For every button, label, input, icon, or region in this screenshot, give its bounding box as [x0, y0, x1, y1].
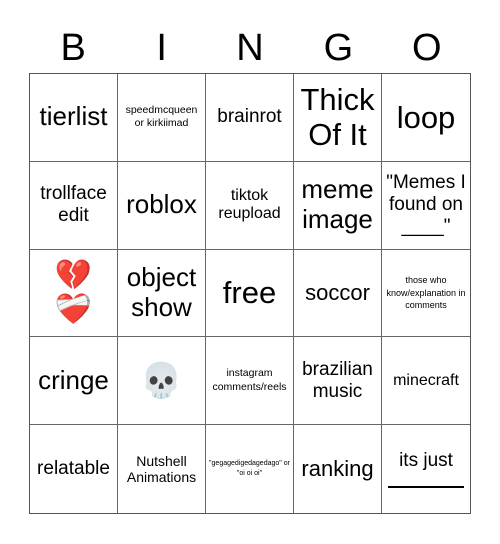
- cell-text: cringe: [38, 364, 109, 395]
- cell-text: ranking: [301, 456, 374, 482]
- bingo-cell[interactable]: relatable: [30, 425, 118, 513]
- bingo-cell[interactable]: tierlist: [30, 74, 118, 162]
- bingo-cell[interactable]: instagram comments/reels: [206, 337, 294, 426]
- cell-text: object show: [126, 262, 197, 322]
- bingo-cell[interactable]: speedmcqueen or kirkiimad: [118, 74, 206, 162]
- skull-icon: 💀: [140, 361, 183, 400]
- cell-text: Thick Of It: [300, 81, 375, 153]
- bingo-cell[interactable]: free: [206, 249, 294, 338]
- bingo-cell[interactable]: object show: [118, 249, 206, 338]
- bingo-cell[interactable]: brainrot: [206, 74, 294, 162]
- bingo-cell[interactable]: minecraft: [382, 337, 470, 426]
- bingo-cell[interactable]: cringe: [30, 337, 118, 426]
- cell-text: "Memes I found on ____": [386, 172, 466, 238]
- bingo-cell[interactable]: meme image: [294, 161, 382, 250]
- bingo-cell[interactable]: those who know/explanation in comments: [382, 250, 470, 338]
- cell-text: brainrot: [217, 106, 282, 128]
- bingo-cell[interactable]: its just: [382, 425, 470, 513]
- header-letter-o: O: [412, 27, 442, 69]
- emoji-stack: 💔 ❤️‍🩹: [54, 258, 93, 326]
- bingo-cell[interactable]: ranking: [294, 425, 382, 513]
- cell-text: "gegagedigedagedago" or "oi oi oi": [209, 460, 290, 478]
- cell-text: tiktok reupload: [218, 186, 281, 223]
- bingo-grid: tierlist speedmcqueen or kirkiimad brain…: [29, 73, 471, 514]
- broken-heart-icon: 💔: [54, 258, 93, 292]
- cell-text: tierlist: [39, 101, 108, 132]
- cell-text: instagram comments/reels: [212, 367, 287, 393]
- cell-text: trollface edit: [40, 183, 107, 227]
- mending-heart-icon: ❤️‍🩹: [54, 292, 93, 326]
- blank-line: [388, 486, 464, 489]
- header-letter-g: G: [323, 27, 354, 69]
- bingo-cell[interactable]: Thick Of It: [294, 74, 382, 162]
- bingo-cell[interactable]: tiktok reupload: [206, 161, 294, 250]
- bingo-cell[interactable]: "Memes I found on ____": [382, 162, 470, 250]
- cell-text: those who know/explanation in comments: [386, 275, 466, 311]
- cell-text: meme image: [301, 174, 374, 235]
- bingo-header: B I N G O: [29, 26, 471, 70]
- cell-text: roblox: [126, 189, 197, 220]
- cell-text: soccor: [305, 280, 370, 306]
- bingo-cell[interactable]: "gegagedigedagedago" or "oi oi oi": [206, 425, 294, 513]
- cell-text: speedmcqueen or kirkiimad: [125, 103, 198, 130]
- bingo-cell[interactable]: soccor: [294, 249, 382, 338]
- cell-text: free: [222, 275, 277, 311]
- cell-text: brazilian music: [302, 358, 373, 402]
- bingo-cell[interactable]: 💔 ❤️‍🩹: [30, 249, 118, 338]
- header-letter-n: N: [236, 27, 264, 69]
- bingo-cell[interactable]: roblox: [118, 161, 206, 250]
- cell-text: relatable: [37, 458, 110, 480]
- bingo-cell[interactable]: 💀: [118, 337, 206, 426]
- cell-text: minecraft: [393, 371, 459, 389]
- bingo-cell[interactable]: Nutshell Animations: [118, 425, 206, 513]
- bingo-cell[interactable]: loop: [382, 74, 470, 162]
- bingo-cell[interactable]: brazilian music: [294, 337, 382, 426]
- cell-text: loop: [396, 99, 456, 135]
- fill-in-blank: its just: [388, 450, 464, 489]
- header-letter-i: I: [156, 27, 167, 69]
- header-letter-b: B: [60, 27, 86, 69]
- cell-text: Nutshell Animations: [126, 453, 197, 486]
- bingo-cell[interactable]: trollface edit: [30, 161, 118, 250]
- cell-text: its just: [399, 450, 453, 472]
